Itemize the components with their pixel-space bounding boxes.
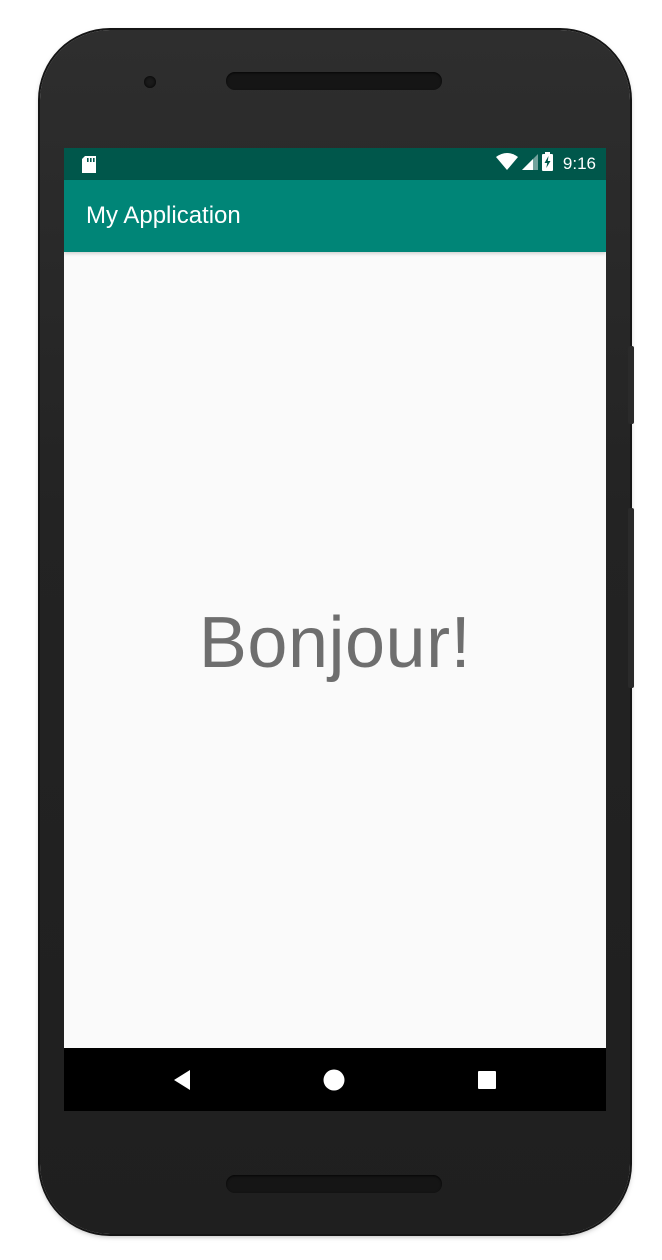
front-camera	[144, 76, 156, 88]
phone-device-frame: 9:16 My Application Bonjour!	[40, 30, 634, 1234]
battery-charging-icon	[541, 152, 553, 176]
top-speaker-grille	[226, 72, 442, 90]
volume-rocker[interactable]	[628, 508, 634, 688]
main-content: Bonjour!	[64, 252, 606, 1048]
wifi-icon	[495, 152, 518, 176]
app-title: My Application	[86, 202, 241, 229]
status-time: 9:16	[562, 154, 596, 173]
home-icon[interactable]	[322, 1068, 346, 1092]
navigation-bar	[64, 1048, 606, 1111]
status-bar: 9:16	[64, 148, 606, 180]
recents-icon[interactable]	[475, 1068, 499, 1092]
back-icon[interactable]	[170, 1068, 194, 1092]
power-button[interactable]	[628, 346, 634, 424]
status-icons: 9:16	[495, 148, 596, 180]
greeting-text: Bonjour!	[198, 603, 472, 683]
app-bar: My Application	[64, 180, 606, 252]
device-screen: 9:16 My Application Bonjour!	[64, 148, 606, 1111]
sd-card-icon	[82, 156, 96, 178]
cellular-signal-icon	[521, 153, 538, 175]
bottom-speaker-grille	[226, 1175, 442, 1193]
